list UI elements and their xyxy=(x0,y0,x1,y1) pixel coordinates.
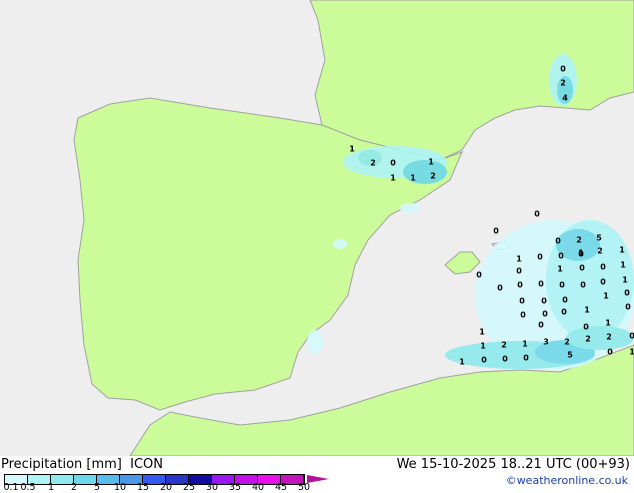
precip-value-label: 0 xyxy=(600,262,606,272)
model-name: ICON xyxy=(130,457,163,472)
tick-label: 0.5 xyxy=(20,482,36,493)
precip-value-label: 0 xyxy=(600,277,606,287)
tick-label: 5 xyxy=(93,482,101,493)
precip-value-label: 0 xyxy=(629,331,634,341)
precip-value-label: 1 xyxy=(390,173,396,183)
precip-value-label: 2 xyxy=(501,340,507,350)
precip-value-label: 0 xyxy=(555,236,561,246)
precip-value-label: 5 xyxy=(596,233,602,243)
tick-label: 0.1 xyxy=(3,482,19,493)
credit-link[interactable]: ©weatheronline.co.uk xyxy=(506,474,628,487)
precip-value-label: 0 xyxy=(560,64,566,74)
precip-value-label: 0 xyxy=(542,309,548,319)
tick-label: 35 xyxy=(228,482,242,493)
precip-value-label: 1 xyxy=(459,357,465,367)
precip-value-label: 1 xyxy=(619,245,625,255)
precip-value-label: 0 xyxy=(625,302,631,312)
precip-value-label: 0 xyxy=(502,354,508,364)
precip-value-label: 0 xyxy=(538,279,544,289)
precip-value-label: 0 xyxy=(559,280,565,290)
forecast-datetime: We 15-10-2025 18..21 UTC (00+93) xyxy=(396,457,630,472)
precip-value-label: 0 xyxy=(558,251,564,261)
precip-value-label: 1 xyxy=(620,260,626,270)
tick-label: 1 xyxy=(47,482,55,493)
precip-value-label: 0 xyxy=(579,263,585,273)
precip-value-label: 0 xyxy=(562,295,568,305)
precip-value-label: 0 xyxy=(476,270,482,280)
precip-value-label: 2 xyxy=(606,332,612,342)
precip-value-label: 2 xyxy=(564,337,570,347)
map-canvas xyxy=(0,0,634,457)
precip-value-label: 2 xyxy=(597,246,603,256)
tick-label: 50 xyxy=(297,482,311,493)
precip-value-label: 0 xyxy=(580,280,586,290)
tick-label: 45 xyxy=(274,482,288,493)
precip-value-label: 0 xyxy=(520,310,526,320)
precip-value-label: 4 xyxy=(562,93,568,103)
precip-value-label: 0 xyxy=(493,226,499,236)
precip-value-label: 1 xyxy=(516,254,522,264)
precip-value-label: 0 xyxy=(497,283,503,293)
precip-value-label: 1 xyxy=(584,305,590,315)
color-scale-arrow xyxy=(307,475,329,483)
precip-value-label: 3 xyxy=(543,337,549,347)
precip-value-label: 0 xyxy=(561,307,567,317)
precip-value-label: 1 xyxy=(480,341,486,351)
precip-value-label: 1 xyxy=(479,327,485,337)
precip-value-label: 0 xyxy=(624,288,630,298)
precip-value-label: 1 xyxy=(605,318,611,328)
tick-label: 2 xyxy=(70,482,78,493)
precip-value-label: 1 xyxy=(622,275,628,285)
precip-value-label: 0 xyxy=(537,252,543,262)
precip-value-label: 0 xyxy=(583,322,589,332)
tick-label: 30 xyxy=(205,482,219,493)
tick-label: 20 xyxy=(159,482,173,493)
tick-label: 25 xyxy=(182,482,196,493)
precip-value-label: 2 xyxy=(370,158,376,168)
precip-value-label: 1 xyxy=(349,144,355,154)
precipitation-map: 1 2 0 1 1 1 2 0 2 4 0 0 0 2 5 1 2 1 1 0 0 0 1 0 1 0 0 0 0 0 0 1 0 0 0 0 0 0 1 0… xyxy=(0,0,634,457)
tick-label: 10 xyxy=(113,482,127,493)
tick-label: 15 xyxy=(136,482,150,493)
legend-title: Precipitation [mm] ICON xyxy=(1,457,163,472)
precip-value-label: 0 xyxy=(578,249,584,259)
precip-value-label: 0 xyxy=(541,296,547,306)
tick-label: 40 xyxy=(251,482,265,493)
precip-value-label: 0 xyxy=(538,320,544,330)
precip-value-label: 2 xyxy=(430,171,436,181)
precip-value-label: 1 xyxy=(410,173,416,183)
precip-value-label: 0 xyxy=(534,209,540,219)
precip-value-label: 2 xyxy=(576,235,582,245)
precip-value-label: 0 xyxy=(519,296,525,306)
precip-value-label: 1 xyxy=(603,291,609,301)
legend-bar: Precipitation [mm] ICON We 15-10-2025 18… xyxy=(0,456,634,493)
precip-value-label: 2 xyxy=(560,78,566,88)
precip-value-label: 1 xyxy=(522,339,528,349)
precip-value-label: 0 xyxy=(523,353,529,363)
precip-value-label: 0 xyxy=(390,158,396,168)
precip-value-label: 5 xyxy=(567,350,573,360)
precip-value-label: 1 xyxy=(629,347,634,357)
precip-value-label: 0 xyxy=(516,266,522,276)
precip-value-label: 0 xyxy=(607,347,613,357)
precip-value-label: 1 xyxy=(428,157,434,167)
precip-value-label: 0 xyxy=(517,280,523,290)
precip-value-label: 2 xyxy=(585,334,591,344)
precip-value-label: 0 xyxy=(481,355,487,365)
precip-value-label: 1 xyxy=(557,264,563,274)
